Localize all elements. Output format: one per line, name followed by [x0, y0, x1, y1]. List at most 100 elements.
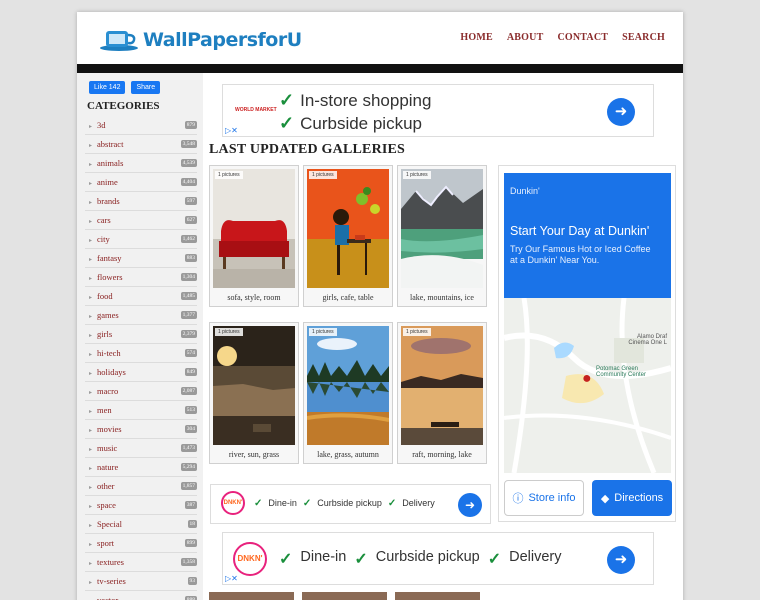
category-item[interactable]: city1,462 [85, 230, 197, 249]
category-item[interactable]: nature5,294 [85, 458, 197, 477]
category-item[interactable]: food1,485 [85, 287, 197, 306]
directions-arrow-icon[interactable]: ➜ [607, 98, 635, 126]
category-count: 93 [187, 577, 197, 585]
gallery-caption[interactable]: raft, morning, lake [401, 450, 483, 460]
category-item[interactable]: movies304 [85, 420, 197, 439]
nav-about[interactable]: ABOUT [507, 32, 544, 43]
world-market-logo: WORLD MARKET [235, 107, 277, 113]
category-item[interactable]: sport899 [85, 534, 197, 553]
directions-arrow-icon[interactable]: ➜ [607, 546, 635, 574]
dunkin-logo: DNKN' [221, 491, 245, 515]
adchoices-icon[interactable]: ▷✕ [225, 126, 238, 135]
directions-arrow-icon[interactable]: ➜ [458, 493, 482, 517]
map-place-label: Alamo Draf Cinema One L [628, 334, 667, 346]
category-count: 5,294 [180, 463, 197, 471]
sidebar: Like 142 Share CATEGORIES 3d879 abstract… [77, 73, 203, 600]
category-item[interactable]: animals4,539 [85, 154, 197, 173]
fb-like-button[interactable]: Like 142 [89, 81, 126, 94]
more-galleries-row [209, 592, 679, 600]
category-item[interactable]: men513 [85, 401, 197, 420]
ad-headline: Start Your Day at Dunkin' [510, 224, 650, 238]
gallery-thumb[interactable]: 1 pictures lake, grass, autumn [303, 322, 393, 464]
category-item[interactable]: 3d879 [85, 116, 197, 135]
site-logo[interactable]: WallPapersforU [99, 27, 302, 53]
check-icon: ✓ [487, 551, 502, 568]
gallery-thumb[interactable]: 1 pictures lake, mountains, ice [397, 165, 487, 307]
gallery-thumb[interactable]: 1 pictures river, sun, grass [209, 322, 299, 464]
category-count: 1,462 [180, 235, 197, 243]
category-count: 1,358 [180, 558, 197, 566]
gallery-caption[interactable]: lake, mountains, ice [401, 293, 483, 303]
category-count: 627 [184, 216, 197, 224]
info-icon: ⓘ [512, 493, 524, 505]
category-item[interactable]: anime4,404 [85, 173, 197, 192]
mid-banner-ad[interactable]: DNKN' ✓ Dine-in ✓ Curbside pickup ✓ Deliver… [210, 484, 491, 524]
category-item[interactable]: flowers1,304 [85, 268, 197, 287]
check-icon: ✓ [302, 498, 312, 509]
category-item[interactable]: textures1,358 [85, 553, 197, 572]
ad-line-1: ✓ In-store shopping [279, 90, 432, 110]
site-header: WallPapersforU HOME ABOUT CONTACT SEARCH [77, 12, 683, 64]
gallery-image[interactable]: 1 pictures [213, 326, 295, 445]
store-info-button[interactable]: ⓘ Store info [504, 480, 584, 516]
check-icon: ✓ [354, 551, 368, 568]
category-item[interactable]: Special18 [85, 515, 197, 534]
category-item[interactable]: vector888 [85, 591, 197, 600]
category-item[interactable]: holidays849 [85, 363, 197, 382]
header-divider-bar [77, 64, 683, 73]
map-view[interactable]: Alamo Draf Cinema One L Potomac Green Co… [504, 298, 671, 473]
ad-features: ✓ Dine-in ✓ Curbside pickup ✓ Delivery [279, 549, 562, 568]
gallery-thumb[interactable]: 1 pictures raft, morning, lake [397, 322, 487, 464]
page-container: WallPapersforU HOME ABOUT CONTACT SEARCH… [77, 12, 683, 600]
gallery-image[interactable]: 1 pictures [213, 169, 295, 288]
categories-heading: CATEGORIES [87, 100, 160, 112]
adchoices-icon[interactable]: ▷✕ [225, 574, 238, 583]
gallery-image[interactable]: 1 pictures [307, 326, 389, 445]
gallery-thumb[interactable]: 1 pictures girls, cafe, table [303, 165, 393, 307]
category-item[interactable]: cars627 [85, 211, 197, 230]
gallery-caption[interactable]: lake, grass, autumn [307, 450, 389, 460]
category-item[interactable]: fantasy883 [85, 249, 197, 268]
nav-home[interactable]: HOME [460, 32, 492, 43]
category-item[interactable]: hi-tech574 [85, 344, 197, 363]
category-item[interactable]: abstract3,548 [85, 135, 197, 154]
category-item[interactable]: games1,377 [85, 306, 197, 325]
ad-headline-panel[interactable]: Dunkin' Start Your Day at Dunkin' Try Ou… [504, 173, 671, 298]
category-count: 304 [184, 425, 197, 433]
gallery-image[interactable]: 1 pictures [307, 169, 389, 288]
category-item[interactable]: girls2,379 [85, 325, 197, 344]
gallery-thumb[interactable] [302, 592, 387, 600]
category-item[interactable]: tv-series93 [85, 572, 197, 591]
picture-count-badge: 1 pictures [403, 328, 431, 336]
nav-search[interactable]: SEARCH [622, 32, 665, 43]
gallery-thumb[interactable] [209, 592, 294, 600]
check-icon: ✓ [387, 498, 397, 509]
category-count: 1,473 [180, 444, 197, 452]
directions-button[interactable]: ◆ Directions [592, 480, 672, 516]
picture-count-badge: 1 pictures [309, 171, 337, 179]
fb-share-button[interactable]: Share [131, 81, 161, 94]
category-count: 2,087 [180, 387, 197, 395]
gallery-thumb[interactable] [395, 592, 480, 600]
category-item[interactable]: music1,473 [85, 439, 197, 458]
gallery-caption[interactable]: sofa, style, room [213, 293, 295, 303]
category-count: 1,857 [180, 482, 197, 490]
gallery-image[interactable]: 1 pictures [401, 169, 483, 288]
check-icon: ✓ [279, 90, 295, 110]
gallery-thumb[interactable]: 1 pictures sofa, style, room [209, 165, 299, 307]
category-item[interactable]: space387 [85, 496, 197, 515]
gallery-caption[interactable]: girls, cafe, table [307, 293, 389, 303]
map-ad[interactable]: Dunkin' Start Your Day at Dunkin' Try Ou… [498, 165, 676, 522]
bottom-banner-ad[interactable]: DNKN' ✓ Dine-in ✓ Curbside pickup ✓ Deliver… [222, 532, 654, 585]
ad-body: Try Our Famous Hot or Iced Coffee at a D… [510, 244, 651, 265]
map-pin-icon[interactable]: ● [582, 370, 592, 388]
gallery-image[interactable]: 1 pictures [401, 326, 483, 445]
top-banner-ad[interactable]: WORLD MARKET ✓ In-store shopping ✓ Curbsid… [222, 84, 654, 137]
category-item[interactable]: brands597 [85, 192, 197, 211]
category-count: 574 [184, 349, 197, 357]
nav-contact[interactable]: CONTACT [557, 32, 608, 43]
category-item[interactable]: macro2,087 [85, 382, 197, 401]
category-item[interactable]: other1,857 [85, 477, 197, 496]
gallery-caption[interactable]: river, sun, grass [213, 450, 295, 460]
category-count: 18 [187, 520, 197, 528]
